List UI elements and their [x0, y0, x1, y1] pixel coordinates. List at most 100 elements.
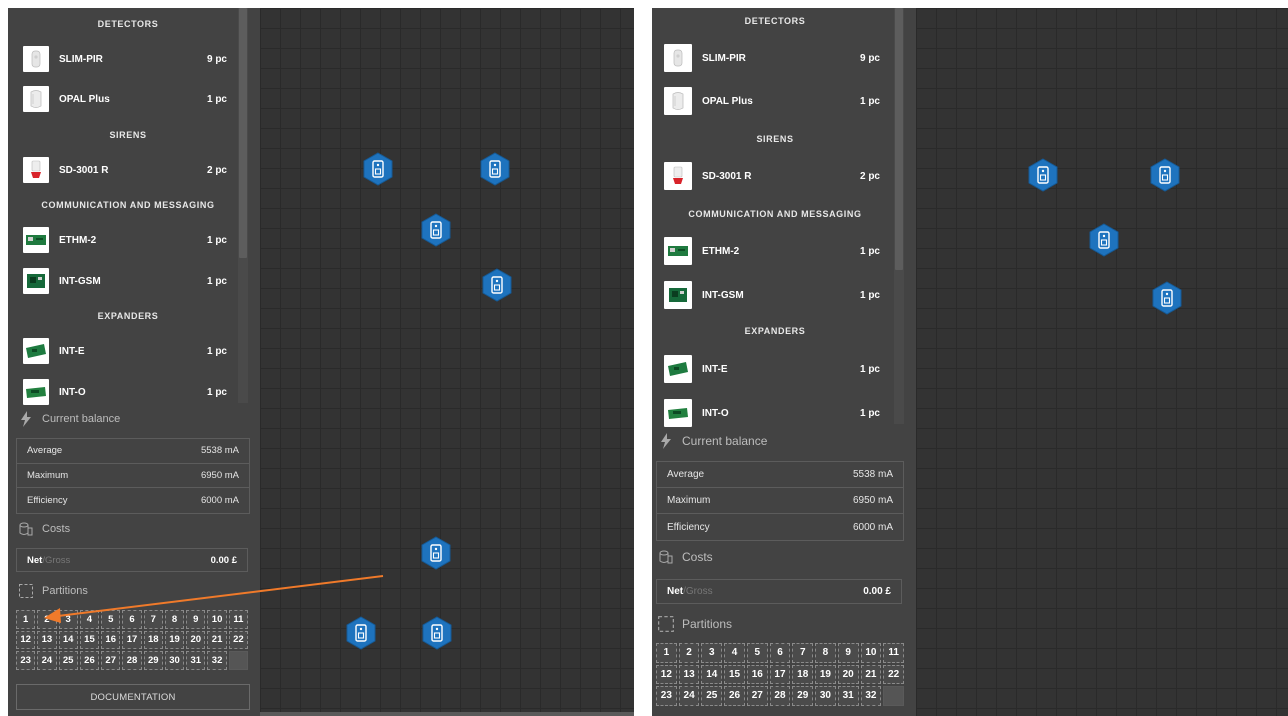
partition-cell[interactable]: 1 [16, 610, 36, 629]
partition-cell[interactable]: 12 [656, 664, 677, 684]
partition-cell[interactable]: 26 [724, 686, 745, 706]
partition-cell[interactable]: 5 [101, 610, 121, 629]
partition-cell[interactable]: 16 [746, 664, 768, 684]
partition-cell[interactable]: 30 [164, 651, 185, 670]
partition-cell[interactable]: 4 [79, 610, 100, 629]
partition-cell[interactable]: 6 [769, 643, 791, 663]
device-row-ethm-2[interactable]: ETHM-2 1 pc [664, 237, 880, 265]
partition-cell[interactable]: 19 [815, 664, 836, 684]
partition-cell[interactable]: 2 [678, 643, 700, 663]
partition-cell[interactable]: 32 [207, 651, 227, 670]
net-label[interactable]: Net [27, 555, 42, 566]
partition-cell[interactable]: 25 [701, 686, 723, 706]
partition-cell[interactable]: 11 [228, 610, 248, 629]
device-row-int-gsm[interactable]: INT-GSM 1 pc [664, 281, 880, 309]
device-location-marker-icon[interactable] [1150, 158, 1180, 192]
partition-cell[interactable]: 30 [815, 686, 836, 706]
partition-cell[interactable]: 10 [207, 610, 227, 629]
partition-cell[interactable]: 22 [883, 664, 904, 684]
device-location-marker-icon[interactable] [1028, 158, 1058, 192]
scrollbar-thumb[interactable] [895, 8, 903, 270]
partition-cell[interactable]: 10 [860, 643, 882, 663]
partition-cell[interactable]: 29 [792, 686, 814, 706]
device-row-slim-pir[interactable]: SLIM-PIR 9 pc [23, 46, 227, 72]
device-row-int-o[interactable]: INT-O 1 pc [664, 399, 880, 427]
partition-cell[interactable]: 31 [837, 686, 859, 706]
device-location-marker-icon[interactable] [421, 213, 451, 247]
device-location-marker-icon[interactable] [422, 616, 452, 650]
device-row-int-o[interactable]: INT-O 1 pc [23, 379, 227, 405]
partition-cell[interactable]: 15 [724, 664, 745, 684]
partition-cell[interactable]: 28 [769, 686, 791, 706]
partition-cell[interactable]: 23 [656, 686, 677, 706]
partition-cell[interactable]: 26 [79, 651, 100, 670]
partition-cell[interactable]: 27 [101, 651, 121, 670]
partition-cell[interactable]: 22 [228, 630, 248, 649]
partition-cell[interactable]: 4 [724, 643, 745, 663]
device-row-int-e[interactable]: INT-E 1 pc [664, 355, 880, 383]
net-label[interactable]: Net [667, 586, 683, 597]
partition-cell[interactable]: 20 [837, 664, 859, 684]
partition-cell[interactable]: 17 [122, 630, 142, 649]
device-row-sd-3001-r[interactable]: SD-3001 R 2 pc [23, 157, 227, 183]
floor-plan-canvas[interactable] [916, 8, 1288, 716]
costs-box[interactable]: Net/Gross 0.00 £ [16, 548, 248, 572]
device-location-marker-icon[interactable] [363, 152, 393, 186]
partition-cell[interactable]: 17 [769, 664, 791, 684]
partition-cell[interactable]: 2 [37, 610, 57, 629]
partition-cell[interactable]: 29 [143, 651, 163, 670]
partition-cell[interactable]: 18 [143, 630, 163, 649]
partition-cell[interactable]: 7 [143, 610, 163, 629]
partition-cell[interactable]: 9 [186, 610, 206, 629]
device-row-ethm-2[interactable]: ETHM-2 1 pc [23, 227, 227, 253]
gross-label[interactable]: /Gross [42, 555, 70, 566]
partition-cell[interactable]: 5 [746, 643, 768, 663]
partition-cell[interactable]: 11 [883, 643, 904, 663]
costs-box[interactable]: Net/Gross 0.00 £ [656, 579, 902, 604]
partition-cell[interactable]: 28 [122, 651, 142, 670]
partition-cell[interactable]: 21 [207, 630, 227, 649]
device-row-slim-pir[interactable]: SLIM-PIR 9 pc [664, 44, 880, 72]
device-location-marker-icon[interactable] [346, 616, 376, 650]
partition-cell[interactable]: 32 [860, 686, 882, 706]
canvas-scrollbar[interactable] [260, 712, 634, 716]
floor-plan-canvas[interactable] [260, 8, 634, 716]
partition-cell[interactable]: 13 [37, 630, 57, 649]
partition-cell[interactable]: 24 [37, 651, 57, 670]
device-row-int-gsm[interactable]: INT-GSM 1 pc [23, 268, 227, 294]
documentation-button[interactable]: DOCUMENTATION [16, 684, 250, 710]
partition-cell[interactable]: 3 [58, 610, 78, 629]
device-list-scrollbar[interactable] [238, 8, 248, 403]
partition-cell[interactable]: 24 [678, 686, 700, 706]
device-row-opal-plus[interactable]: OPAL Plus 1 pc [664, 87, 880, 115]
partition-cell[interactable]: 8 [815, 643, 836, 663]
partition-cell[interactable]: 7 [792, 643, 814, 663]
partition-cell[interactable]: 13 [678, 664, 700, 684]
partition-cell[interactable]: 12 [16, 630, 36, 649]
partition-cell[interactable]: 15 [79, 630, 100, 649]
partition-cell[interactable]: 27 [746, 686, 768, 706]
partition-cell[interactable]: 1 [656, 643, 677, 663]
device-location-marker-icon[interactable] [421, 536, 451, 570]
partition-cell[interactable]: 31 [186, 651, 206, 670]
device-row-int-e[interactable]: INT-E 1 pc [23, 338, 227, 364]
partition-cell[interactable]: 16 [101, 630, 121, 649]
device-location-marker-icon[interactable] [482, 268, 512, 302]
gross-label[interactable]: /Gross [683, 586, 712, 597]
device-location-marker-icon[interactable] [1152, 281, 1182, 315]
device-location-marker-icon[interactable] [1089, 223, 1119, 257]
partition-cell[interactable]: 19 [164, 630, 185, 649]
partition-cell[interactable]: 25 [58, 651, 78, 670]
partition-cell[interactable]: 18 [792, 664, 814, 684]
partition-cell[interactable]: 3 [701, 643, 723, 663]
partition-cell[interactable]: 20 [186, 630, 206, 649]
device-list-scrollbar[interactable] [894, 8, 904, 424]
device-row-sd-3001-r[interactable]: SD-3001 R 2 pc [664, 162, 880, 190]
partition-cell[interactable]: 14 [58, 630, 78, 649]
scrollbar-thumb[interactable] [239, 8, 247, 258]
partition-cell[interactable]: 6 [122, 610, 142, 629]
partition-cell[interactable]: 14 [701, 664, 723, 684]
partition-cell[interactable]: 9 [837, 643, 859, 663]
partition-cell[interactable]: 8 [164, 610, 185, 629]
device-location-marker-icon[interactable] [480, 152, 510, 186]
